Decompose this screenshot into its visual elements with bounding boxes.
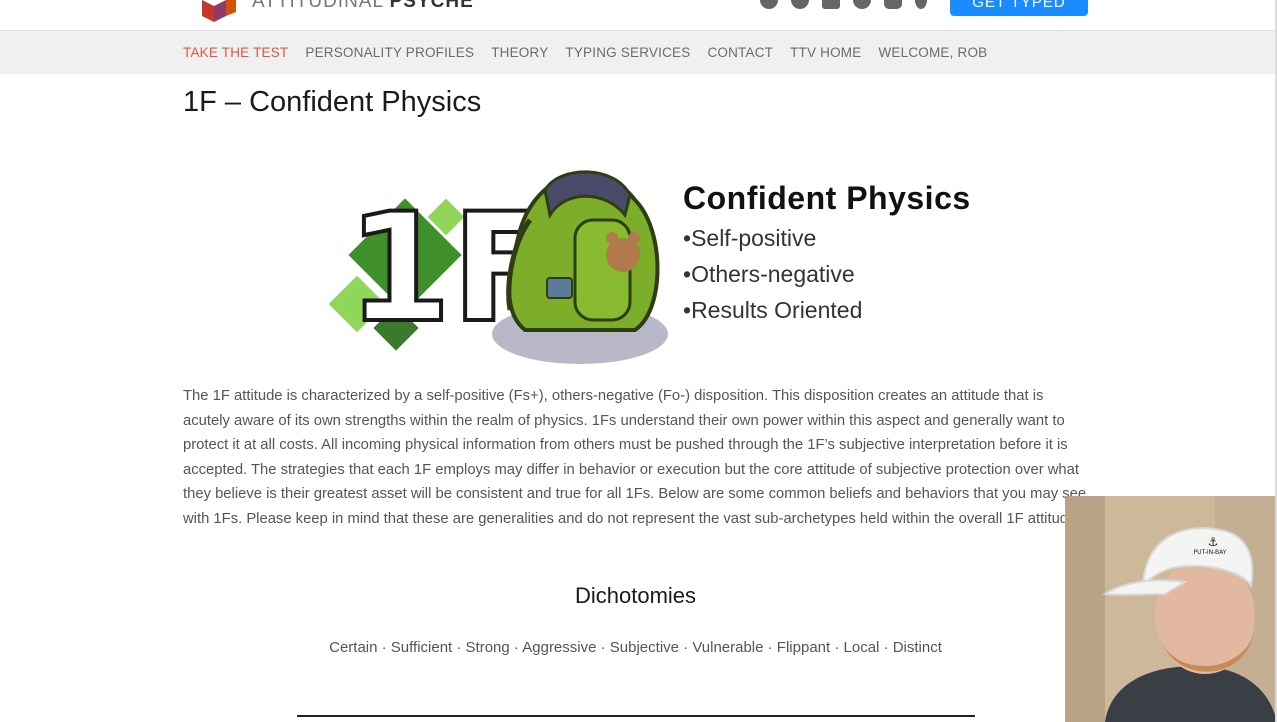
twitter-icon[interactable]	[760, 0, 778, 9]
svg-text:⚓: ⚓	[1208, 535, 1219, 549]
logo-text[interactable]: ATTITUDINAL PSYCHE	[252, 0, 474, 13]
nav-theory[interactable]: THEORY	[491, 45, 548, 60]
logo-icon[interactable]	[198, 0, 238, 22]
top-header: ATTITUDINAL PSYCHE GET TYPED	[0, 0, 1277, 30]
webcam-overlay: PUT-IN-BAY ⚓	[1065, 496, 1277, 722]
description-paragraph: The 1F attitude is characterized by a se…	[183, 388, 1087, 527]
nav-contact[interactable]: CONTACT	[707, 45, 773, 60]
social-icons	[760, 0, 927, 9]
nav-welcome-user[interactable]: WELCOME, ROB	[878, 45, 987, 60]
nav-ttv-home[interactable]: TTV HOME	[790, 45, 861, 60]
page-title: 1F – Confident Physics	[183, 86, 482, 118]
hero-bullet-list: Self-positive Others-negative Results Or…	[683, 224, 862, 332]
section-divider	[297, 715, 975, 717]
dichotomies-list: Certain · Sufficient · Strong · Aggressi…	[329, 639, 942, 656]
hero-title: Confident Physics	[683, 180, 971, 216]
hero-bullet: Others-negative	[683, 260, 862, 296]
nav-typing-services[interactable]: TYPING SERVICES	[565, 45, 690, 60]
webcam-person-image: PUT-IN-BAY ⚓	[1065, 496, 1277, 722]
main-navigation: TAKE THE TEST PERSONALITY PROFILES THEOR…	[0, 30, 1277, 74]
hero-bullet: Results Oriented	[683, 296, 862, 332]
facebook-icon[interactable]	[791, 0, 809, 9]
tiktok-icon[interactable]	[915, 0, 927, 9]
youtube-icon[interactable]	[822, 0, 840, 9]
dichotomies-heading: Dichotomies	[574, 583, 697, 608]
instagram-icon[interactable]	[884, 0, 902, 9]
pinterest-icon[interactable]	[853, 0, 871, 9]
svg-text:PUT-IN-BAY: PUT-IN-BAY	[1194, 549, 1227, 556]
hero-bullet: Self-positive	[683, 224, 862, 260]
get-typed-button[interactable]: GET TYPED	[950, 0, 1088, 16]
nav-take-the-test[interactable]: TAKE THE TEST	[183, 45, 288, 60]
nav-personality-profiles[interactable]: PERSONALITY PROFILES	[305, 45, 474, 60]
